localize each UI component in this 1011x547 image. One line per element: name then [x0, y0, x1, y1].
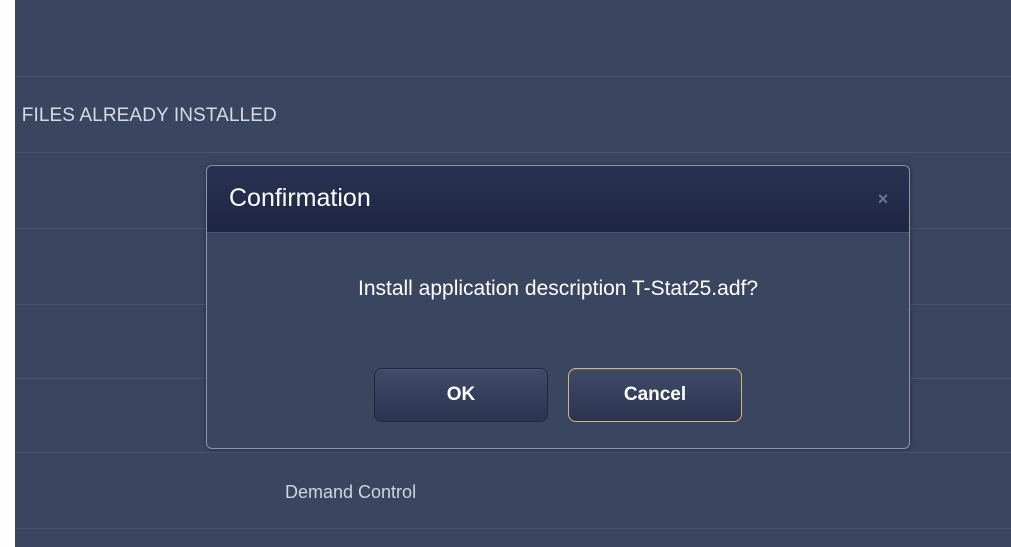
- dialog-title: Confirmation: [229, 184, 371, 212]
- row-divider: [15, 452, 1011, 453]
- cancel-button[interactable]: Cancel: [568, 368, 742, 422]
- demand-control-item[interactable]: Demand Control: [285, 482, 416, 503]
- confirmation-message: Install application description T-Stat25…: [357, 277, 759, 300]
- ok-button[interactable]: OK: [374, 368, 548, 422]
- close-icon[interactable]: ×: [875, 190, 891, 208]
- row-divider: [15, 528, 1011, 529]
- row-divider: [15, 152, 1011, 153]
- installed-files-header: I FILES ALREADY INSTALLED: [15, 105, 277, 126]
- dialog-header: Confirmation ×: [207, 166, 909, 233]
- row-divider: [15, 76, 1011, 77]
- confirmation-dialog: Confirmation × Install application descr…: [206, 165, 910, 449]
